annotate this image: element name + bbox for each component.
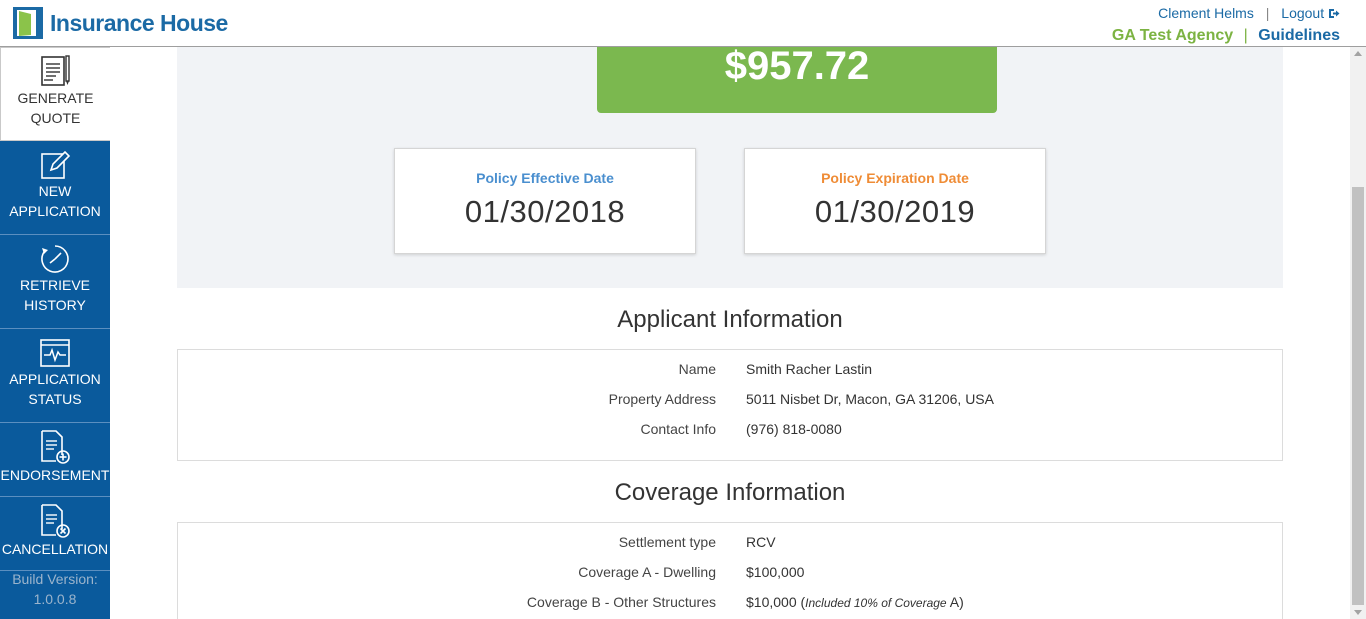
coverage-section-title: Coverage Information [614, 479, 846, 506]
main-content: $957.72 Policy Effective Date 01/30/2018… [110, 47, 1350, 619]
info-value: $10,000 [746, 594, 797, 610]
sidebar-item-label: ENDORSEMENT [0, 467, 110, 483]
policy-expiration-date: 01/30/2019 [814, 194, 976, 229]
info-label: Name [678, 361, 716, 377]
info-value: (976) 818-0080 [746, 421, 842, 437]
info-note-tail: A) [949, 594, 964, 610]
logout-icon[interactable] [1328, 8, 1340, 19]
policy-expiration-card: Policy Expiration Date 01/30/2019 [744, 148, 1046, 254]
sidebar-item-label: APPLICATION [9, 203, 101, 219]
door-logo-icon [12, 6, 44, 40]
logout-link[interactable]: Logout [1281, 5, 1324, 21]
info-note: Included 10% of Coverage [805, 596, 947, 610]
scroll-down-arrow-icon[interactable] [1354, 610, 1362, 615]
agency-name: GA Test Agency [1111, 27, 1234, 44]
sidebar-item-label: STATUS [28, 391, 82, 407]
sidebar-item-label: QUOTE [30, 110, 81, 126]
policy-effective-label: Policy Effective Date [476, 170, 614, 186]
info-label: Settlement type [618, 534, 716, 550]
guidelines-link[interactable]: Guidelines [1258, 27, 1340, 44]
info-value: Smith Racher Lastin [746, 361, 873, 377]
sidebar-item-label: GENERATE [17, 90, 94, 106]
info-label: Coverage B - Other Structures [526, 594, 716, 610]
status-monitor-icon [40, 339, 70, 367]
info-label: Property Address [608, 391, 716, 407]
build-version: Build Version: 1.0.0.8 [0, 569, 110, 609]
sidebar-item-endorsement[interactable]: ENDORSEMENT [0, 423, 110, 497]
scroll-up-arrow-icon[interactable] [1354, 51, 1362, 56]
info-row: Coverage B - Other Structures $10,000 (I… [178, 592, 1282, 612]
separator: | [1243, 27, 1248, 44]
build-version-number: 1.0.0.8 [33, 591, 77, 607]
brand-name: Insurance House [50, 9, 228, 36]
quote-summary-panel: $957.72 Policy Effective Date 01/30/2018… [177, 47, 1283, 288]
coverage-info-box: Settlement type RCV Coverage A - Dwellin… [177, 522, 1283, 619]
sidebar-item-cancellation[interactable]: CANCELLATION [0, 497, 110, 571]
info-value-group: $10,000 (Included 10% of Coverage A) [746, 592, 964, 613]
applicant-info-box: Name Smith Racher Lastin Property Addres… [177, 349, 1283, 461]
sidebar-item-label: NEW [38, 183, 72, 199]
scrollbar-thumb[interactable] [1352, 187, 1364, 605]
sidebar-nav: GENERATE QUOTE NEW APPLICATION RETRIEVE … [0, 47, 110, 619]
vertical-scrollbar[interactable] [1350, 47, 1366, 619]
brand-logo[interactable]: Insurance House [12, 6, 228, 40]
history-icon [41, 245, 69, 273]
sidebar-item-label: HISTORY [24, 297, 86, 313]
info-row: Contact Info (976) 818-0080 [178, 419, 1282, 439]
doc-cancel-icon [41, 504, 70, 538]
policy-expiration-label: Policy Expiration Date [821, 170, 969, 186]
premium-amount: $957.72 [597, 47, 997, 113]
sidebar-item-application-status[interactable]: APPLICATION STATUS [0, 329, 110, 423]
info-value: $100,000 [746, 564, 805, 580]
build-version-label: Build Version: [12, 571, 98, 587]
info-value: 5011 Nisbet Dr, Macon, GA 31206, USA [746, 391, 994, 407]
info-label: Contact Info [640, 421, 717, 437]
sidebar-item-retrieve-history[interactable]: RETRIEVE HISTORY [0, 235, 110, 329]
sidebar-item-label: RETRIEVE [19, 277, 90, 293]
info-row: Coverage A - Dwelling $100,000 [178, 562, 1282, 582]
app-header: Insurance House Clement Helms | Logout G… [0, 0, 1366, 47]
sidebar-item-label: CANCELLATION [1, 541, 109, 557]
info-value: RCV [746, 534, 776, 550]
doc-add-icon [41, 430, 70, 464]
info-row: Settlement type RCV [178, 532, 1282, 552]
user-name-link[interactable]: Clement Helms [1158, 5, 1254, 21]
sidebar-item-label: APPLICATION [9, 371, 101, 387]
separator: | [1265, 5, 1270, 21]
policy-effective-card: Policy Effective Date 01/30/2018 [394, 148, 696, 254]
info-row: Name Smith Racher Lastin [178, 359, 1282, 379]
edit-icon [41, 150, 71, 179]
user-panel: Clement Helms | Logout GA Test Agency | … [1112, 5, 1340, 45]
info-row: Property Address 5011 Nisbet Dr, Macon, … [178, 389, 1282, 409]
document-list-icon [40, 55, 70, 86]
policy-effective-date: 01/30/2018 [464, 194, 626, 229]
sidebar-item-generate-quote[interactable]: GENERATE QUOTE [0, 47, 110, 141]
applicant-section-title: Applicant Information [617, 306, 843, 333]
info-label: Coverage A - Dwelling [578, 564, 716, 580]
sidebar-item-new-application[interactable]: NEW APPLICATION [0, 141, 110, 235]
